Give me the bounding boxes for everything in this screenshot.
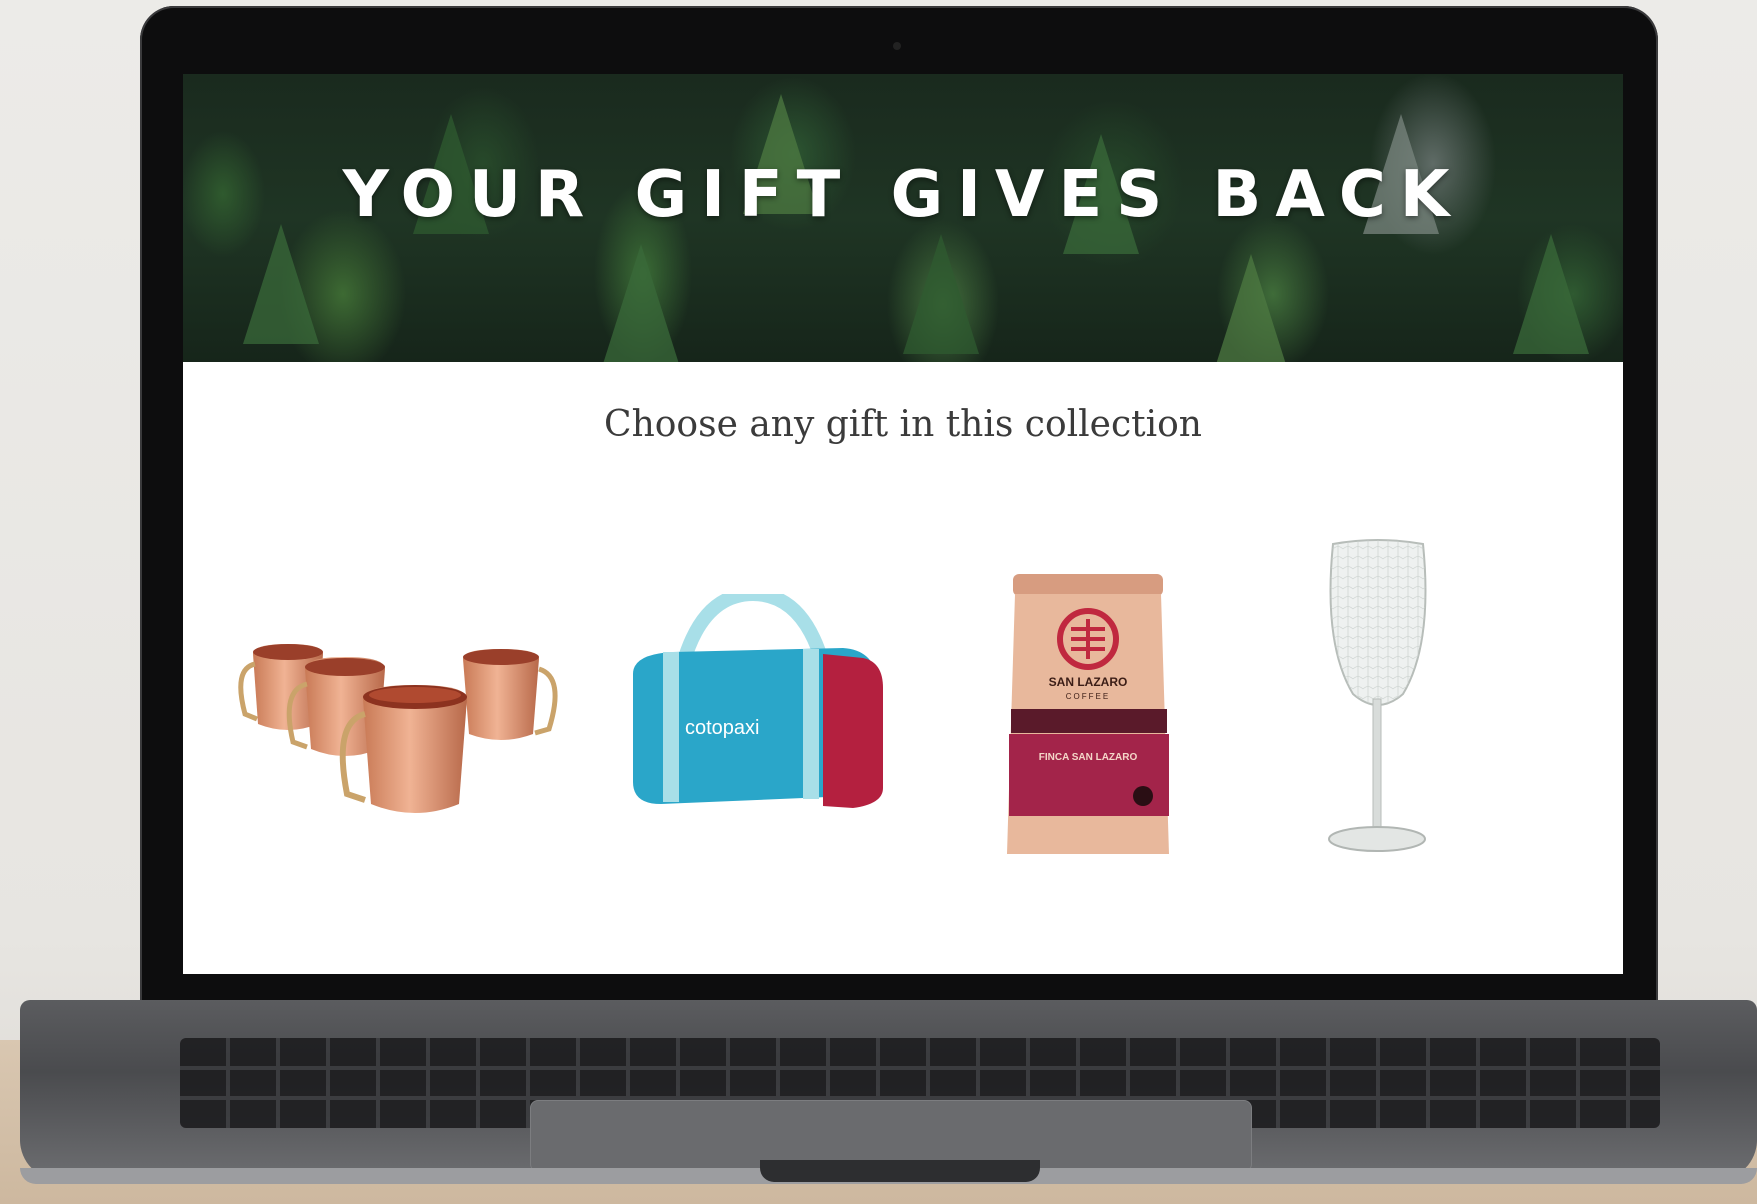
webcam-icon [893,42,901,50]
hero-title: YOUR GIFT GIVES BACK [342,158,1464,232]
laptop-screen: YOUR GIFT GIVES BACK Choose any gift in … [183,74,1623,974]
product-copper-mugs[interactable] [233,614,563,844]
coffee-brand-label: SAN LAZARO [1049,675,1128,689]
hero-banner: YOUR GIFT GIVES BACK [183,74,1623,362]
laptop-opening-notch [760,1160,1040,1182]
coffee-sub-label: COFFEE [1066,692,1110,701]
product-cotopaxi-duffel[interactable]: cotopaxi [623,594,893,814]
product-san-lazaro-coffee[interactable]: SAN LAZARO COFFEE FINCA SAN LAZARO [1003,574,1173,864]
mug [463,649,558,740]
coffee-band-label: FINCA SAN LAZARO [1039,752,1138,763]
collection-heading: Choose any gift in this collection [604,404,1202,445]
duffel-brand-label: cotopaxi [685,717,760,739]
product-etched-wine-glass[interactable] [1313,534,1443,874]
